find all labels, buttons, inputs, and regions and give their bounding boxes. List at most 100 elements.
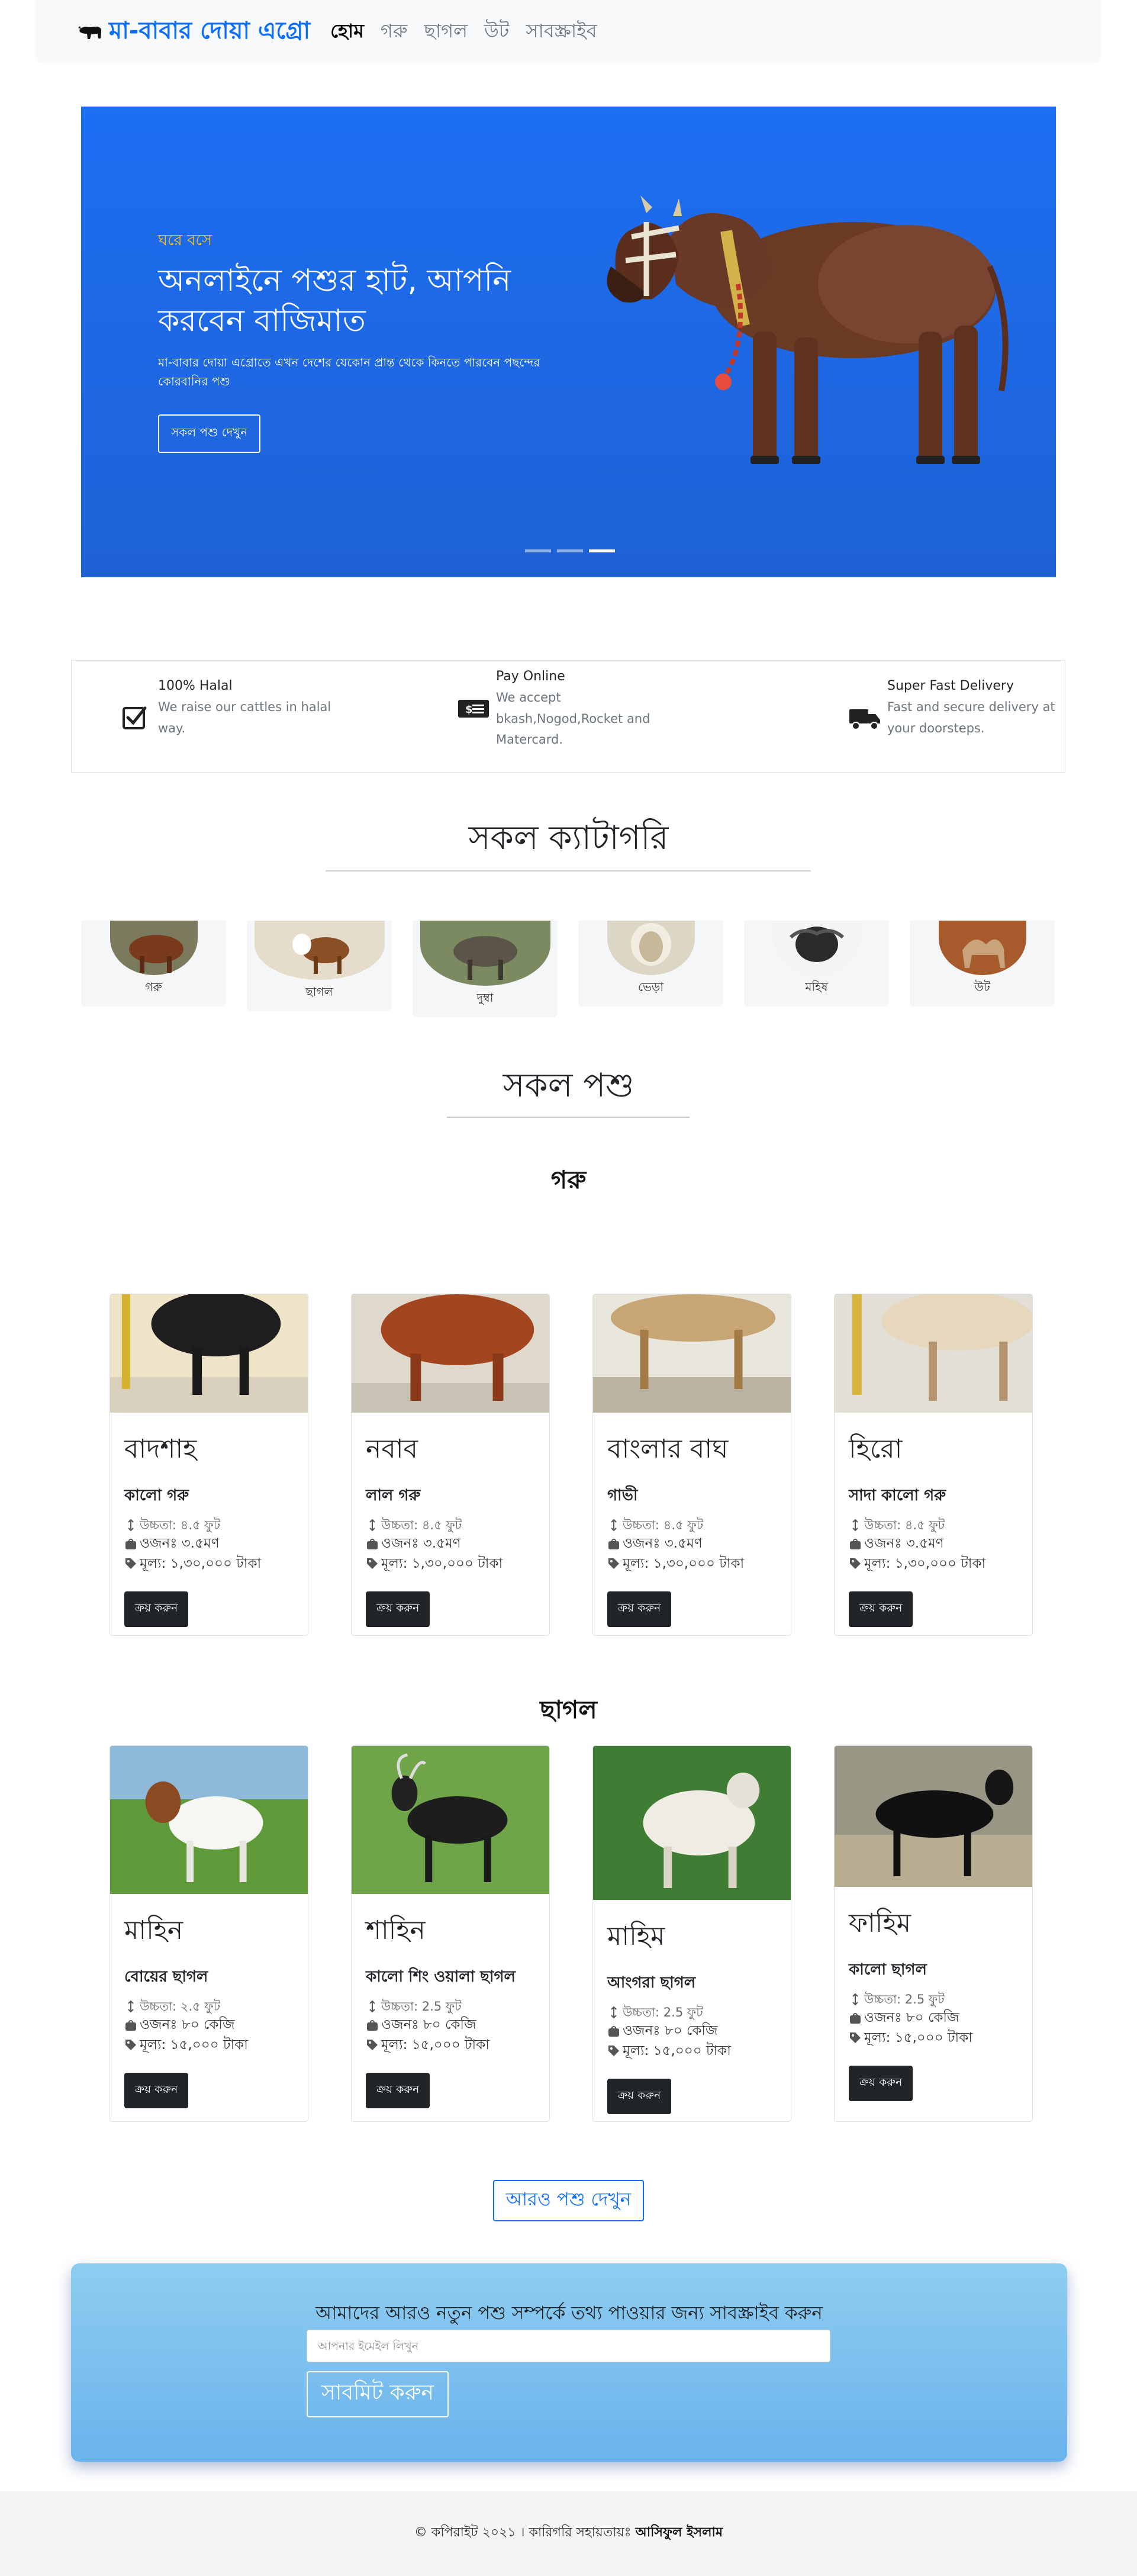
animal-weight-text: ওজনঃ ৮০ কেজি <box>381 2017 476 2033</box>
animal-name: হিরো <box>849 1434 903 1464</box>
card-image <box>593 1294 791 1413</box>
carousel-indicators <box>525 549 615 552</box>
card-image <box>352 1294 549 1413</box>
animal-name: নবাব <box>366 1434 418 1464</box>
animal-weight: ওজনঃ ৮০ কেজি <box>124 2015 294 2035</box>
category-dumba[interactable]: দুম্বা <box>413 921 558 1017</box>
height-icon <box>128 2000 134 2013</box>
feature-delivery: Super Fast Delivery Fast and secure deli… <box>668 661 1077 772</box>
nav-link-goat[interactable]: ছাগল <box>424 16 468 48</box>
card-image <box>110 1294 308 1413</box>
truck-icon <box>849 709 880 730</box>
buy-button[interactable]: ক্রয় করুন <box>124 2073 189 2109</box>
brand-link[interactable]: মা-বাবার দোয়া এগ্রো <box>77 12 310 52</box>
animal-breed: আংগরা ছাগল <box>607 1974 696 1992</box>
tag-icon <box>850 2033 861 2044</box>
category-camel-image <box>938 921 1026 975</box>
animal-weight-text: ওজনঃ ৩.৫মণ <box>623 1536 703 1552</box>
category-camel[interactable]: উট <box>910 921 1055 1006</box>
height-icon <box>611 1519 617 1532</box>
feature-delivery-title: Super Fast Delivery <box>887 678 1014 693</box>
buy-button[interactable]: ক্রয় করুন <box>849 1591 913 1628</box>
animal-breed: গাভী <box>607 1487 638 1504</box>
animal-price: মূল্য: ১৫,০০০ টাকা <box>607 2041 777 2061</box>
cow-logo-icon <box>78 25 102 39</box>
animal-height-text: উচ্চতা: ৪.৫ ফুট <box>140 1518 221 1532</box>
footer: © কপিরাইট ২০২১ । কারিগরি সহায়তায়ঃ আসিফ… <box>0 2491 1137 2576</box>
svg-text:$: $ <box>465 703 473 716</box>
animal-breed: সাদা কালো গরু <box>849 1487 946 1504</box>
animal-weight: ওজনঃ ৮০ কেজি <box>607 2021 777 2041</box>
nav-link-home[interactable]: হোম <box>330 16 364 48</box>
card-image <box>593 1746 791 1900</box>
animal-breed: কালো ছাগল <box>849 1961 927 1979</box>
subscribe-title: আমাদের আরও নতুন পশু সম্পর্কে তথ্য পাওয়া… <box>315 2302 823 2324</box>
more-animals-button[interactable]: আরও পশু দেখুন <box>493 2180 644 2221</box>
animal-height-text: উচ্চতা: 2.5 ফুট <box>623 2005 703 2019</box>
category-buffalo[interactable]: মহিষ <box>744 921 889 1006</box>
buy-button[interactable]: ক্রয় করুন <box>366 2073 430 2109</box>
nav-link-camel[interactable]: উট <box>484 16 509 48</box>
animal-card: হিরো সাদা কালো গরু উচ্চতা: ৪.৫ ফুট ওজনঃ … <box>834 1294 1033 1636</box>
buy-button[interactable]: ক্রয় করুন <box>849 2066 913 2102</box>
buy-button[interactable]: ক্রয় করুন <box>366 1591 430 1628</box>
height-icon <box>128 1519 134 1532</box>
feature-delivery-desc: Fast and secure delivery at your doorste… <box>887 700 1055 735</box>
hero-carousel: ঘরে বসে অনলাইনে পশুর হাট, আপনি করবেন বাজ… <box>81 107 1056 577</box>
category-goat-label: ছাগল <box>305 985 333 999</box>
buy-button[interactable]: ক্রয় করুন <box>124 1591 189 1628</box>
card-image <box>835 1294 1032 1413</box>
animal-breed: কালো শিং ওয়ালা ছাগল <box>366 1968 516 1986</box>
category-cow[interactable]: গরু <box>81 921 226 1006</box>
hero-title: অনলাইনে পশুর হাট, আপনি করবেন বাজিমাত <box>158 263 511 339</box>
view-all-animals-button[interactable]: সকল পশু দেখুন <box>158 414 261 454</box>
tag-icon <box>367 2040 378 2051</box>
animal-card: বাংলার বাঘ গাভী উচ্চতা: ৪.৫ ফুট ওজনঃ ৩.৫… <box>592 1294 791 1636</box>
animal-price: মূল্য: ১৫,০০০ টাকা <box>124 2035 294 2055</box>
animal-price-text: মূল্য: ১,৩০,০০০ টাকা <box>864 1555 986 1571</box>
card-body: শাহিন কালো শিং ওয়ালা ছাগল উচ্চতা: 2.5 ফ… <box>352 1894 549 2121</box>
weight-icon <box>850 1539 861 1550</box>
buy-button[interactable]: ক্রয় করুন <box>607 1591 672 1628</box>
goat-heading: ছাগল <box>540 1695 597 1724</box>
category-goat[interactable]: ছাগল <box>247 921 392 1011</box>
check-square-icon <box>123 706 147 729</box>
animal-weight: ওজনঃ ৩.৫মণ <box>607 1534 777 1554</box>
categories-heading: সকল ক্যাটাগরি <box>468 819 669 857</box>
hero-cow-image <box>607 195 1009 464</box>
animal-price: মূল্য: ১,৩০,০০০ টাকা <box>607 1554 777 1574</box>
nav-links: হোম গরু ছাগল উট সাবস্ক্রাইব <box>330 16 597 48</box>
buy-button[interactable]: ক্রয় করুন <box>607 2079 672 2115</box>
animal-height: উচ্চতা: ২.৫ ফুট <box>124 1998 294 2015</box>
animal-price: মূল্য: ১,৩০,০০০ টাকা <box>366 1554 535 1574</box>
weight-icon <box>608 1539 619 1550</box>
animal-height: উচ্চতা: 2.5 ফুট <box>366 1998 535 2015</box>
submit-button[interactable]: সাবমিট করুন <box>307 2371 449 2417</box>
card-body: বাদশাহ কালো গরু উচ্চতা: ৪.৫ ফুট ওজনঃ ৩.৫… <box>110 1413 308 1635</box>
animal-name: শাহিন <box>366 1915 426 1945</box>
tag-icon <box>608 1558 619 1570</box>
carousel-indicator-2[interactable] <box>557 549 583 552</box>
nav-link-cow[interactable]: গরু <box>381 16 408 48</box>
animal-height: উচ্চতা: ৪.৫ ফুট <box>366 1516 535 1534</box>
card-body: ফাহিম কালো ছাগল উচ্চতা: 2.5 ফুট ওজনঃ ৮০ … <box>835 1887 1032 2115</box>
nav-link-subscribe[interactable]: সাবস্ক্রাইব <box>526 16 597 48</box>
hero-description: মা-বাবার দোয়া এগ্রোতে এখন দেশের যেকোন প… <box>158 355 540 389</box>
height-icon <box>369 1519 375 1532</box>
animal-breed: বোয়ের ছাগল <box>124 1968 208 1986</box>
animal-weight-text: ওজনঃ ৩.৫মণ <box>381 1536 461 1552</box>
animal-price-text: মূল্য: ১৫,০০০ টাকা <box>381 2037 489 2053</box>
animal-name: মাহিন <box>124 1915 183 1945</box>
category-sheep[interactable]: ভেড়া <box>578 921 723 1006</box>
animal-price-text: মূল্য: ১,৩০,০০০ টাকা <box>623 1555 745 1571</box>
weight-icon <box>850 2013 861 2024</box>
animal-price: মূল্য: ১,৩০,০০০ টাকা <box>124 1554 294 1574</box>
weight-icon <box>608 2026 619 2037</box>
animal-weight-text: ওজনঃ ৮০ কেজি <box>864 2010 959 2026</box>
animal-name: বাদশাহ <box>124 1434 197 1464</box>
carousel-indicator-1[interactable] <box>525 549 551 552</box>
brand-name: মা-বাবার দোয়া এগ্রো <box>109 17 311 44</box>
email-input[interactable] <box>307 2330 830 2362</box>
carousel-indicator-3[interactable] <box>589 549 615 552</box>
animal-weight: ওজনঃ ৩.৫মণ <box>366 1534 535 1554</box>
